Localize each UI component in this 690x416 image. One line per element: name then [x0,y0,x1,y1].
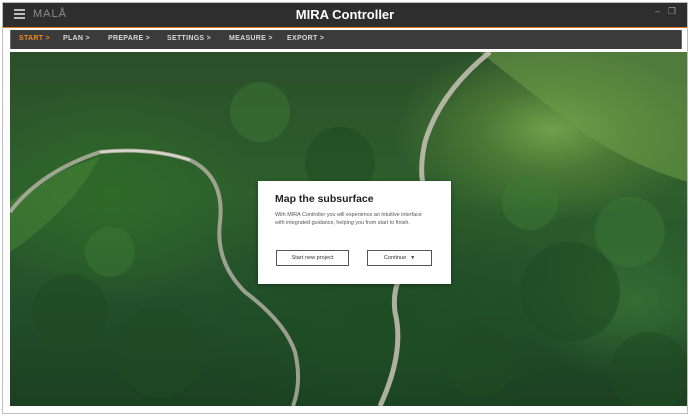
workflow-nav: START > PLAN > PREPARE > SETTINGS > MEAS… [10,30,682,49]
caret-down-icon: ▼ [410,255,416,261]
nav-prepare[interactable]: PREPARE > [108,35,150,42]
window-controls: – ❐ [655,6,676,17]
title-bar: MALÅ MIRA Controller – ❐ [2,2,688,28]
hero-landscape-image: Map the subsurface With MIRA Controller … [10,52,688,406]
nav-measure[interactable]: MEASURE > [229,35,273,42]
dialog-title: Map the subsurface [275,193,374,205]
maximize-icon[interactable]: ❐ [668,6,676,17]
continue-button[interactable]: Continue ▼ [367,250,432,266]
start-new-project-button[interactable]: Start new project [276,250,349,266]
welcome-dialog: Map the subsurface With MIRA Controller … [258,181,451,284]
nav-start[interactable]: START > [19,35,50,42]
nav-settings[interactable]: SETTINGS > [167,35,211,42]
nav-export[interactable]: EXPORT > [287,35,324,42]
start-new-project-label: Start new project [291,255,334,261]
minimize-icon[interactable]: – [655,6,660,17]
continue-label: Continue [383,255,407,261]
nav-plan[interactable]: PLAN > [63,35,90,42]
app-title: MIRA Controller [295,7,395,22]
dialog-description: With MIRA Controller you will experience… [275,212,422,226]
